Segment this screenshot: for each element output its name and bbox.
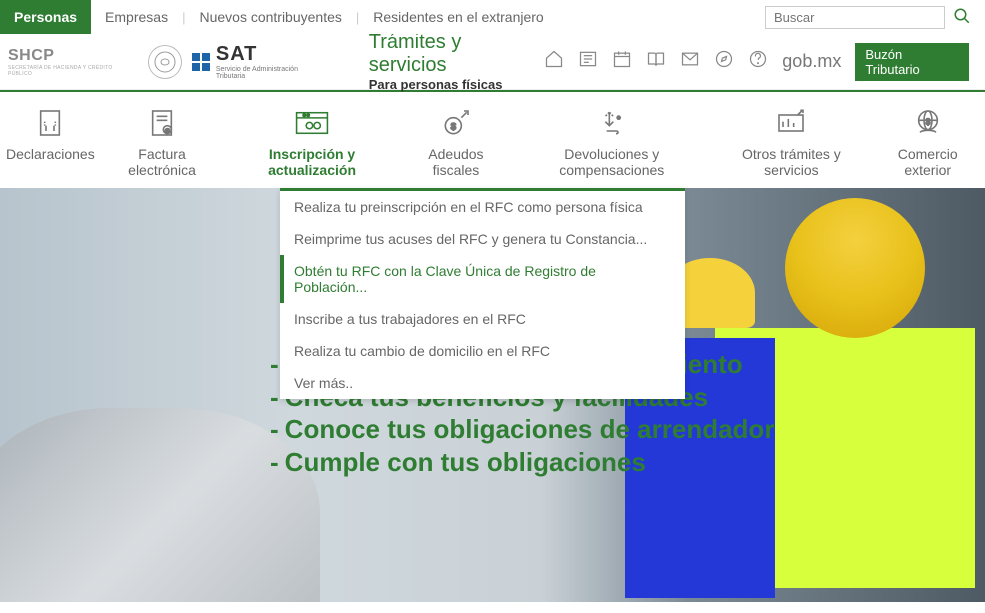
- tab-label: Inscripción y actualización: [229, 146, 394, 178]
- hero-line-3[interactable]: -Conoce tus obligaciones de arrendador: [270, 413, 774, 446]
- dropdown-inscripcion: Realiza tu preinscripción en el RFC como…: [280, 188, 685, 399]
- sat-text: SAT: [216, 43, 329, 66]
- tab-label: Adeudos fiscales: [407, 146, 505, 178]
- sat-squares-icon: [192, 53, 210, 71]
- gobmx-link[interactable]: gob.mx: [782, 51, 841, 72]
- help-icon[interactable]: [748, 49, 768, 74]
- svg-text:$: $: [925, 117, 930, 126]
- inscripcion-icon: [229, 106, 394, 140]
- shcp-subtitle: SECRETARÍA DE HACIENDA Y CRÉDITO PÚBLICO: [8, 65, 138, 77]
- shcp-logo: SHCP SECRETARÍA DE HACIENDA Y CRÉDITO PÚ…: [8, 47, 138, 77]
- comercio-icon: $: [876, 106, 979, 140]
- tab-label: Comercio exterior: [876, 146, 979, 178]
- header-title: Trámites y servicios Para personas físic…: [369, 31, 545, 92]
- svg-text:@: @: [165, 128, 170, 134]
- svg-text:$: $: [451, 122, 457, 132]
- page-subtitle: Para personas físicas: [369, 77, 545, 92]
- topnav-empresas[interactable]: Empresas: [91, 0, 182, 34]
- tab-label: Factura electrónica: [107, 146, 218, 178]
- shcp-text: SHCP: [8, 47, 138, 65]
- topnav-personas[interactable]: Personas: [0, 0, 91, 34]
- devoluciones-icon: [517, 106, 706, 140]
- header: SHCP SECRETARÍA DE HACIENDA Y CRÉDITO PÚ…: [0, 34, 985, 90]
- dd-reimprime-acuses[interactable]: Reimprime tus acuses del RFC y genera tu…: [280, 223, 685, 255]
- tab-otros-tramites[interactable]: Otros trámites y servicios: [712, 102, 870, 188]
- header-icons: gob.mx Buzón Tributario: [544, 43, 969, 81]
- topnav-residentes-extranjero[interactable]: Residentes en el extranjero: [359, 0, 557, 34]
- sat-subtitle: Servicio de Administración Tributaria: [216, 66, 329, 80]
- adeudos-icon: $: [407, 106, 505, 140]
- tab-declaraciones[interactable]: Declaraciones: [0, 102, 101, 188]
- declaraciones-icon: [6, 106, 95, 140]
- topnav-nuevos-contribuyentes[interactable]: Nuevos contribuyentes: [185, 0, 355, 34]
- tab-comercio-exterior[interactable]: $ Comercio exterior: [870, 102, 985, 188]
- sat-logo: SAT Servicio de Administración Tributari…: [192, 43, 329, 80]
- news-icon[interactable]: [578, 49, 598, 74]
- book-icon[interactable]: [646, 49, 666, 74]
- dd-ver-mas[interactable]: Ver más..: [280, 367, 685, 399]
- tab-factura-electronica[interactable]: @ Factura electrónica: [101, 102, 224, 188]
- tab-devoluciones-compensaciones[interactable]: Devoluciones y compensaciones: [511, 102, 712, 188]
- hero-worker-helmet: [785, 198, 925, 338]
- tab-label: Devoluciones y compensaciones: [517, 146, 706, 178]
- top-nav: Personas Empresas | Nuevos contribuyente…: [0, 0, 985, 34]
- service-tabs: Declaraciones @ Factura electrónica Insc…: [0, 92, 985, 188]
- dd-cambio-domicilio[interactable]: Realiza tu cambio de domicilio en el RFC: [280, 335, 685, 367]
- dd-preinscripcion-rfc[interactable]: Realiza tu preinscripción en el RFC como…: [280, 191, 685, 223]
- compass-icon[interactable]: [714, 49, 734, 74]
- search-icon: [953, 7, 971, 25]
- search-input[interactable]: [765, 6, 945, 29]
- mail-icon[interactable]: [680, 49, 700, 74]
- tab-inscripcion-actualizacion[interactable]: Inscripción y actualización: [223, 102, 400, 188]
- search-container: [765, 5, 985, 30]
- calendar-icon[interactable]: [612, 49, 632, 74]
- mexico-seal-icon: [148, 45, 182, 79]
- logo-block: SHCP SECRETARÍA DE HACIENDA Y CRÉDITO PÚ…: [8, 43, 329, 80]
- tab-adeudos-fiscales[interactable]: $ Adeudos fiscales: [401, 102, 511, 188]
- dd-obtencion-rfc-curp[interactable]: Obtén tu RFC con la Clave Única de Regis…: [280, 255, 685, 303]
- tab-label: Otros trámites y servicios: [718, 146, 864, 178]
- search-button[interactable]: [951, 5, 973, 30]
- dd-inscribe-trabajadores[interactable]: Inscribe a tus trabajadores en el RFC: [280, 303, 685, 335]
- factura-icon: @: [107, 106, 218, 140]
- tab-label: Declaraciones: [6, 146, 95, 162]
- home-icon[interactable]: [544, 49, 564, 74]
- hero-line-4[interactable]: -Cumple con tus obligaciones: [270, 446, 774, 479]
- otros-icon: [718, 106, 864, 140]
- page-title: Trámites y servicios: [369, 31, 545, 77]
- buzon-tributario-button[interactable]: Buzón Tributario: [855, 43, 969, 81]
